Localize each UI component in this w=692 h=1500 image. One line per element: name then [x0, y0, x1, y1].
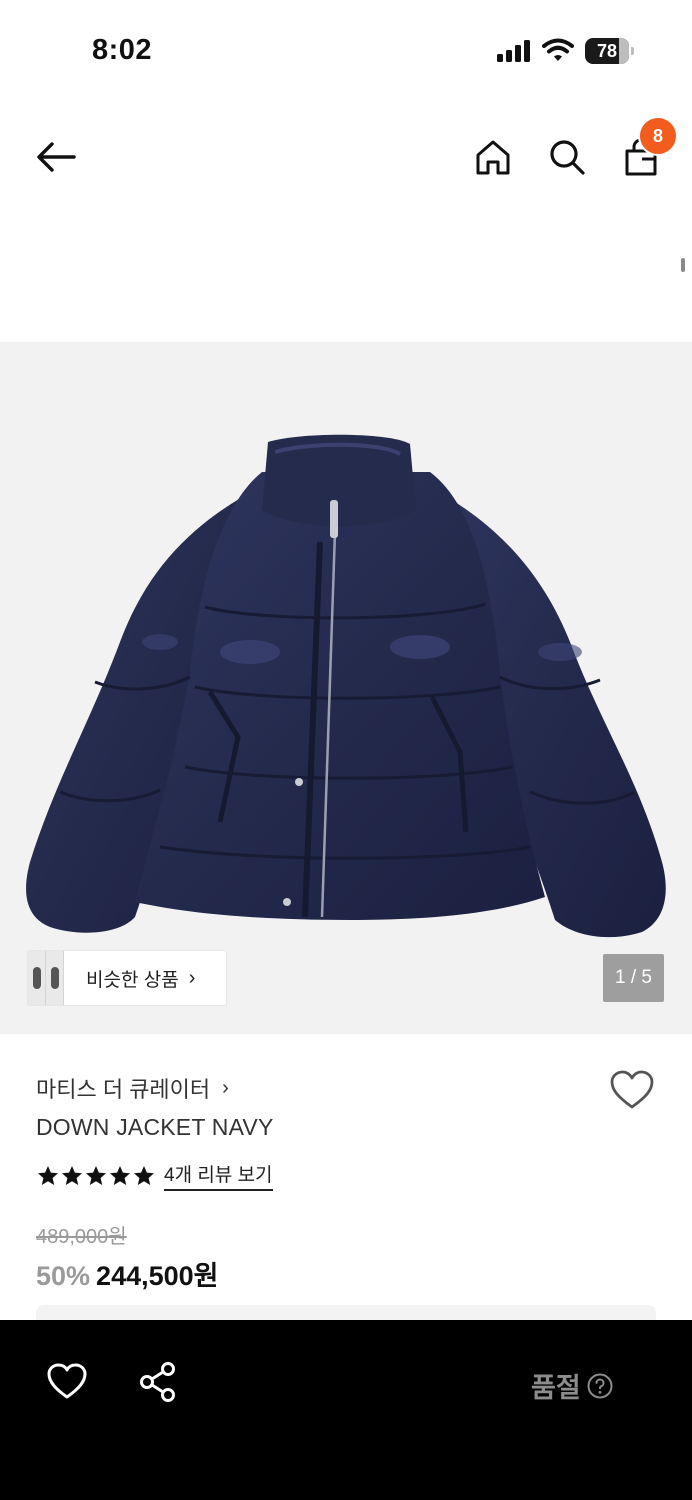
product-image-gallery[interactable]: 비슷한 상품 › 1 / 5 — [0, 342, 692, 1034]
product-name: DOWN JACKET NAVY — [36, 1114, 274, 1140]
soldout-status: 품절 — [531, 1366, 613, 1405]
similar-products-thumbnails — [28, 951, 64, 1005]
star-icon — [86, 1165, 106, 1185]
star-icon — [62, 1165, 82, 1185]
search-icon — [550, 140, 585, 175]
search-button[interactable] — [544, 134, 590, 180]
soldout-label: 품절 — [531, 1373, 581, 1403]
similar-products-label: 비슷한 상품 — [86, 969, 179, 991]
wishlist-button[interactable] — [608, 1068, 656, 1112]
discount-rate: 50% — [36, 1261, 91, 1291]
battery-percent: 78 — [596, 41, 618, 61]
status-bar: 8:02 78 — [0, 0, 692, 100]
top-navigation — [0, 100, 692, 220]
star-icon — [134, 1165, 154, 1185]
rating-row: 4개 리뷰 보기 — [36, 1160, 273, 1191]
battery-icon: 78 — [585, 38, 634, 64]
home-icon — [476, 140, 510, 175]
bottom-wishlist-button[interactable] — [44, 1360, 90, 1402]
brand-name: 마티스 더 큐레이터 — [36, 1077, 211, 1102]
home-button[interactable] — [470, 134, 516, 180]
heart-icon — [610, 1070, 654, 1109]
back-arrow-icon — [37, 142, 76, 172]
review-link[interactable]: 4개 리뷰 보기 — [164, 1160, 273, 1191]
share-button[interactable] — [136, 1360, 180, 1404]
chevron-right-icon: › — [188, 966, 196, 989]
original-price: 489,000원 — [36, 1226, 127, 1248]
help-circle-icon[interactable] — [587, 1373, 613, 1399]
chevron-right-icon: › — [222, 1076, 229, 1099]
product-image — [0, 342, 692, 1034]
cellular-signal-icon — [497, 40, 530, 62]
sale-price: 244,500원 — [96, 1261, 219, 1291]
status-time: 8:02 — [92, 34, 153, 66]
cart-count-badge: 8 — [638, 116, 678, 156]
similar-products-button[interactable]: 비슷한 상품 › — [28, 951, 226, 1005]
bottom-action-bar: 품절 — [0, 1320, 692, 1500]
heart-icon — [47, 1363, 87, 1399]
wifi-icon — [542, 38, 574, 61]
image-counter: 1 / 5 — [603, 954, 664, 1002]
back-button[interactable] — [30, 135, 82, 179]
share-icon — [140, 1362, 175, 1402]
rating-stars — [36, 1164, 156, 1188]
price-row: 50% 244,500원 — [36, 1254, 219, 1293]
scroll-indicator — [681, 258, 685, 272]
star-icon — [110, 1165, 130, 1185]
star-icon — [38, 1165, 58, 1185]
brand-link[interactable]: 마티스 더 큐레이터 › — [36, 1072, 229, 1104]
